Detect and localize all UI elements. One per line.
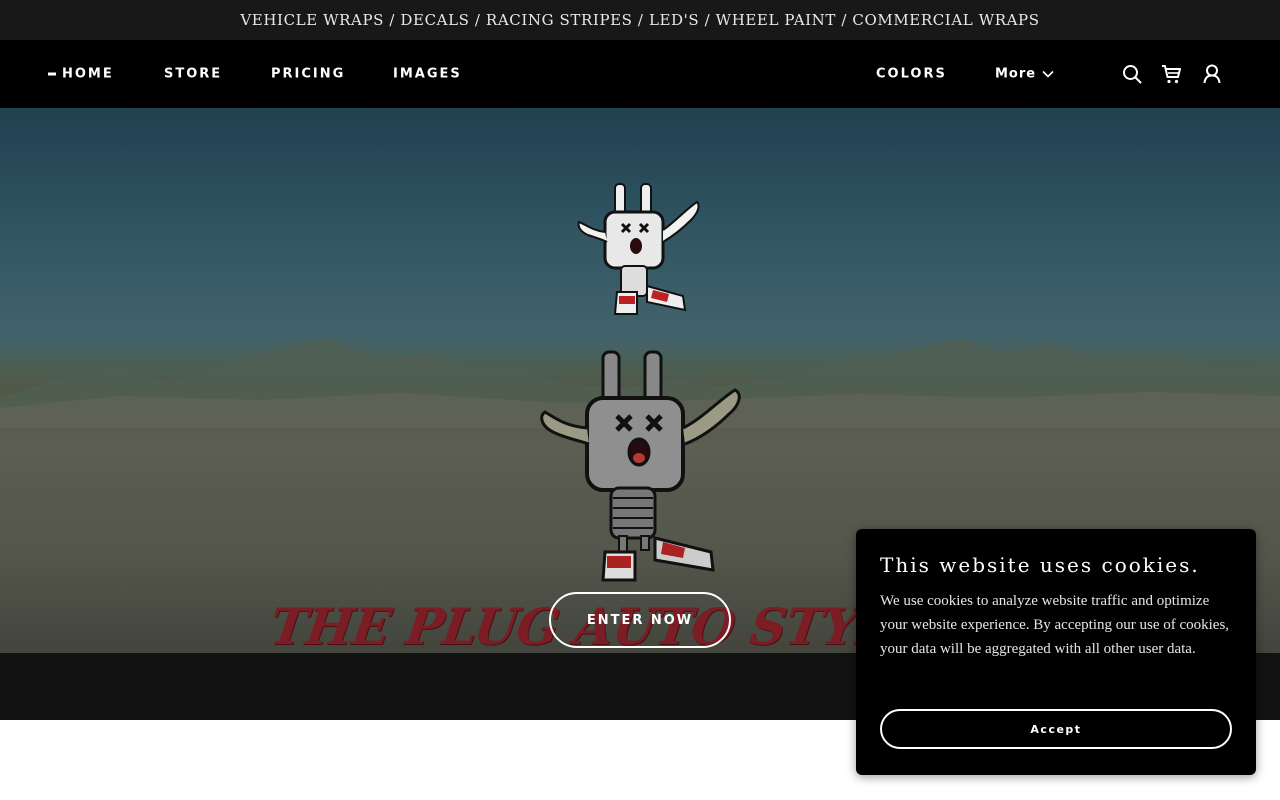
nav-item-pricing[interactable]: PRICING: [271, 67, 345, 82]
enter-now-button[interactable]: ENTER NOW: [549, 592, 731, 648]
cart-icon[interactable]: [1160, 62, 1184, 86]
announcement-bar: VEHICLE WRAPS / DECALS / RACING STRIPES …: [0, 0, 1280, 40]
nav-item-store[interactable]: STORE: [164, 67, 222, 82]
nav-item-home[interactable]: HOME: [48, 67, 114, 82]
active-indicator: [48, 72, 56, 76]
cookie-body-text: We use cookies to analyze website traffi…: [880, 593, 1230, 657]
site-header: HOME STORE PRICING IMAGES COLORS More: [0, 40, 1280, 108]
nav-item-images[interactable]: IMAGES: [393, 67, 462, 82]
nav-more-dropdown[interactable]: More: [995, 67, 1054, 82]
user-icon[interactable]: [1200, 62, 1224, 86]
announcement-text: VEHICLE WRAPS / DECALS / RACING STRIPES …: [240, 11, 1040, 29]
nav-item-home-label: HOME: [62, 66, 114, 82]
plug-mascot-image: [540, 350, 741, 582]
search-icon[interactable]: [1120, 62, 1144, 86]
cookie-consent-dialog: This website uses cookies. We use cookie…: [856, 529, 1256, 775]
chevron-down-icon: [1042, 70, 1054, 78]
plug-mascot-logo: [577, 183, 700, 315]
nav-more-label: More: [995, 66, 1037, 82]
cookie-title: This website uses cookies.: [880, 553, 1200, 577]
accept-cookies-button[interactable]: Accept: [880, 709, 1232, 749]
nav-item-colors[interactable]: COLORS: [876, 67, 947, 82]
